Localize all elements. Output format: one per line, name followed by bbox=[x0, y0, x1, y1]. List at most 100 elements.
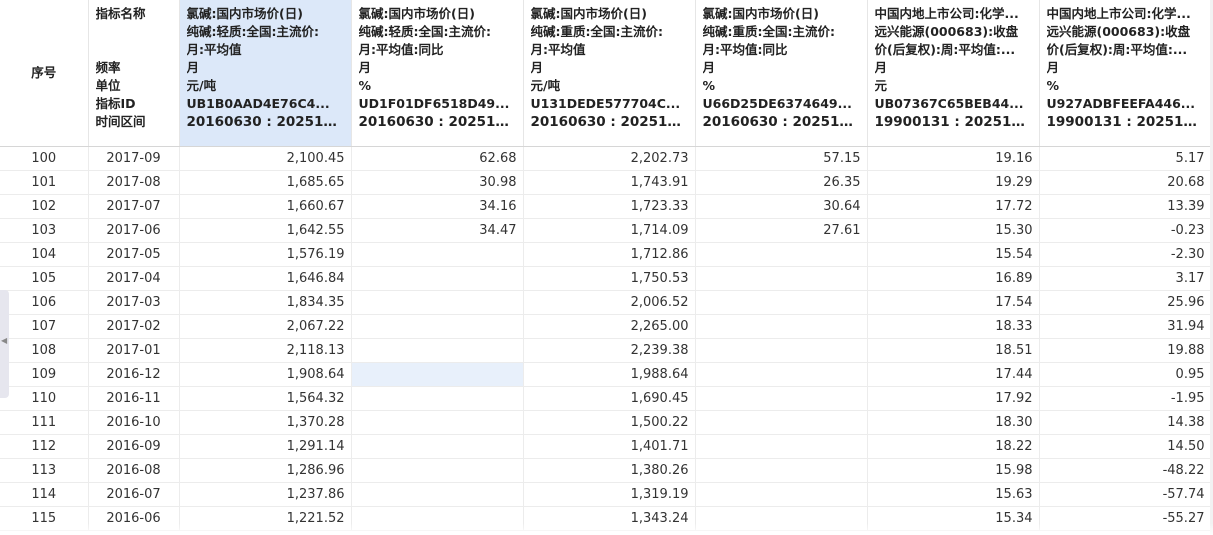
value-cell[interactable]: 15.30 bbox=[867, 218, 1040, 243]
column-header-0[interactable]: 氯碱:国内市场价(日) 纯碱:轻质:全国:主流价: 月:平均值 月 元/吨 UB… bbox=[179, 0, 352, 147]
row-index-cell[interactable]: 107 bbox=[0, 314, 89, 339]
row-index-cell[interactable]: 103 bbox=[0, 218, 89, 243]
data-grid[interactable]: 序号 指标名称 频率 单位 指标ID 时间区间 氯碱:国内市场价(日) 纯碱:轻… bbox=[0, 0, 1213, 535]
value-cell[interactable] bbox=[351, 482, 524, 507]
column-header-5[interactable]: 中国内地上市公司:化学... 远兴能源(000683):收盘 价(后复权):周:… bbox=[1039, 0, 1212, 147]
value-cell[interactable]: -48.22 bbox=[1039, 458, 1212, 483]
value-cell[interactable] bbox=[351, 458, 524, 483]
value-cell[interactable]: 2,100.45 bbox=[179, 146, 352, 171]
row-index-cell[interactable]: 104 bbox=[0, 242, 89, 267]
table-row[interactable]: 108 2017-01 2,118.13 2,239.38 18.51 19.88 bbox=[0, 338, 1212, 363]
value-cell[interactable] bbox=[695, 290, 868, 315]
row-index-cell[interactable]: 108 bbox=[0, 338, 89, 363]
value-cell[interactable]: 1,343.24 bbox=[523, 506, 696, 531]
value-cell[interactable]: 17.92 bbox=[867, 386, 1040, 411]
value-cell[interactable]: 1,286.96 bbox=[179, 458, 352, 483]
value-cell[interactable]: 2,265.00 bbox=[523, 314, 696, 339]
value-cell[interactable]: 15.34 bbox=[867, 506, 1040, 531]
period-cell[interactable]: 2016-12 bbox=[88, 362, 180, 387]
value-cell[interactable] bbox=[351, 314, 524, 339]
table-row[interactable]: 113 2016-08 1,286.96 1,380.26 15.98 -48.22 bbox=[0, 458, 1212, 483]
table-row[interactable]: 112 2016-09 1,291.14 1,401.71 18.22 14.50 bbox=[0, 434, 1212, 459]
value-cell[interactable]: 34.47 bbox=[351, 218, 524, 243]
value-cell[interactable]: 1,319.19 bbox=[523, 482, 696, 507]
value-cell[interactable]: 1,642.55 bbox=[179, 218, 352, 243]
row-index-cell[interactable]: 111 bbox=[0, 410, 89, 435]
value-cell[interactable]: 1,564.32 bbox=[179, 386, 352, 411]
table-row[interactable]: 111 2016-10 1,370.28 1,500.22 18.30 14.38 bbox=[0, 410, 1212, 435]
period-cell[interactable]: 2016-06 bbox=[88, 506, 180, 531]
value-cell[interactable]: 1,237.86 bbox=[179, 482, 352, 507]
value-cell[interactable]: 1,712.86 bbox=[523, 242, 696, 267]
value-cell[interactable]: 1,221.52 bbox=[179, 506, 352, 531]
value-cell[interactable] bbox=[351, 386, 524, 411]
value-cell[interactable]: 1,660.67 bbox=[179, 194, 352, 219]
value-cell[interactable] bbox=[695, 362, 868, 387]
value-cell[interactable]: 2,006.52 bbox=[523, 290, 696, 315]
value-cell[interactable]: 1,291.14 bbox=[179, 434, 352, 459]
value-cell[interactable]: 30.98 bbox=[351, 170, 524, 195]
collapse-panel-handle[interactable]: ◀ bbox=[0, 290, 9, 398]
period-cell[interactable]: 2017-03 bbox=[88, 290, 180, 315]
value-cell[interactable]: -0.23 bbox=[1039, 218, 1212, 243]
row-index-cell[interactable]: 110 bbox=[0, 386, 89, 411]
value-cell[interactable] bbox=[351, 506, 524, 531]
value-cell[interactable] bbox=[351, 266, 524, 291]
value-cell[interactable]: 1,714.09 bbox=[523, 218, 696, 243]
value-cell[interactable]: -1.95 bbox=[1039, 386, 1212, 411]
table-row[interactable]: 105 2017-04 1,646.84 1,750.53 16.89 3.17 bbox=[0, 266, 1212, 291]
value-cell[interactable] bbox=[695, 386, 868, 411]
value-cell[interactable]: 17.54 bbox=[867, 290, 1040, 315]
value-cell[interactable] bbox=[695, 506, 868, 531]
value-cell[interactable]: 19.29 bbox=[867, 170, 1040, 195]
value-cell[interactable]: 1,690.45 bbox=[523, 386, 696, 411]
period-cell[interactable]: 2017-08 bbox=[88, 170, 180, 195]
table-row[interactable]: 110 2016-11 1,564.32 1,690.45 17.92 -1.95 bbox=[0, 386, 1212, 411]
value-cell[interactable]: 20.68 bbox=[1039, 170, 1212, 195]
value-cell[interactable]: -55.27 bbox=[1039, 506, 1212, 531]
table-row[interactable]: 114 2016-07 1,237.86 1,319.19 15.63 -57.74 bbox=[0, 482, 1212, 507]
value-cell[interactable]: 31.94 bbox=[1039, 314, 1212, 339]
value-cell[interactable] bbox=[351, 242, 524, 267]
row-index-cell[interactable]: 109 bbox=[0, 362, 89, 387]
value-cell[interactable]: 1,401.71 bbox=[523, 434, 696, 459]
table-row[interactable]: 102 2017-07 1,660.67 34.16 1,723.33 30.64 17.7… bbox=[0, 194, 1212, 219]
value-cell[interactable]: 1,380.26 bbox=[523, 458, 696, 483]
value-cell[interactable]: 30.64 bbox=[695, 194, 868, 219]
row-index-cell[interactable]: 101 bbox=[0, 170, 89, 195]
row-index-cell[interactable]: 102 bbox=[0, 194, 89, 219]
value-cell[interactable]: 57.15 bbox=[695, 146, 868, 171]
value-cell[interactable] bbox=[351, 434, 524, 459]
value-cell[interactable] bbox=[695, 338, 868, 363]
table-row[interactable]: 107 2017-02 2,067.22 2,265.00 18.33 31.94 bbox=[0, 314, 1212, 339]
value-cell[interactable]: 16.89 bbox=[867, 266, 1040, 291]
row-index-cell[interactable]: 112 bbox=[0, 434, 89, 459]
value-cell[interactable]: 1,576.19 bbox=[179, 242, 352, 267]
value-cell[interactable]: 14.50 bbox=[1039, 434, 1212, 459]
period-cell[interactable]: 2017-05 bbox=[88, 242, 180, 267]
value-cell[interactable] bbox=[351, 290, 524, 315]
value-cell[interactable]: 18.22 bbox=[867, 434, 1040, 459]
value-cell[interactable]: 1,685.65 bbox=[179, 170, 352, 195]
row-index-cell[interactable]: 114 bbox=[0, 482, 89, 507]
value-cell[interactable]: 17.72 bbox=[867, 194, 1040, 219]
value-cell[interactable]: 18.30 bbox=[867, 410, 1040, 435]
value-cell[interactable]: 3.17 bbox=[1039, 266, 1212, 291]
value-cell[interactable]: 27.61 bbox=[695, 218, 868, 243]
value-cell[interactable] bbox=[695, 434, 868, 459]
value-cell[interactable]: 19.88 bbox=[1039, 338, 1212, 363]
period-cell[interactable]: 2016-07 bbox=[88, 482, 180, 507]
value-cell[interactable]: 1,750.53 bbox=[523, 266, 696, 291]
value-cell[interactable] bbox=[695, 266, 868, 291]
row-index-cell[interactable]: 113 bbox=[0, 458, 89, 483]
row-index-cell[interactable]: 100 bbox=[0, 146, 89, 171]
value-cell[interactable]: -2.30 bbox=[1039, 242, 1212, 267]
value-cell[interactable]: 1,834.35 bbox=[179, 290, 352, 315]
value-cell[interactable] bbox=[351, 338, 524, 363]
value-cell[interactable]: 1,646.84 bbox=[179, 266, 352, 291]
row-index-cell[interactable]: 106 bbox=[0, 290, 89, 315]
row-index-cell[interactable]: 115 bbox=[0, 506, 89, 531]
column-header-4[interactable]: 中国内地上市公司:化学... 远兴能源(000683):收盘 价(后复权):周:… bbox=[867, 0, 1040, 147]
value-cell[interactable]: 17.44 bbox=[867, 362, 1040, 387]
value-cell[interactable]: 19.16 bbox=[867, 146, 1040, 171]
